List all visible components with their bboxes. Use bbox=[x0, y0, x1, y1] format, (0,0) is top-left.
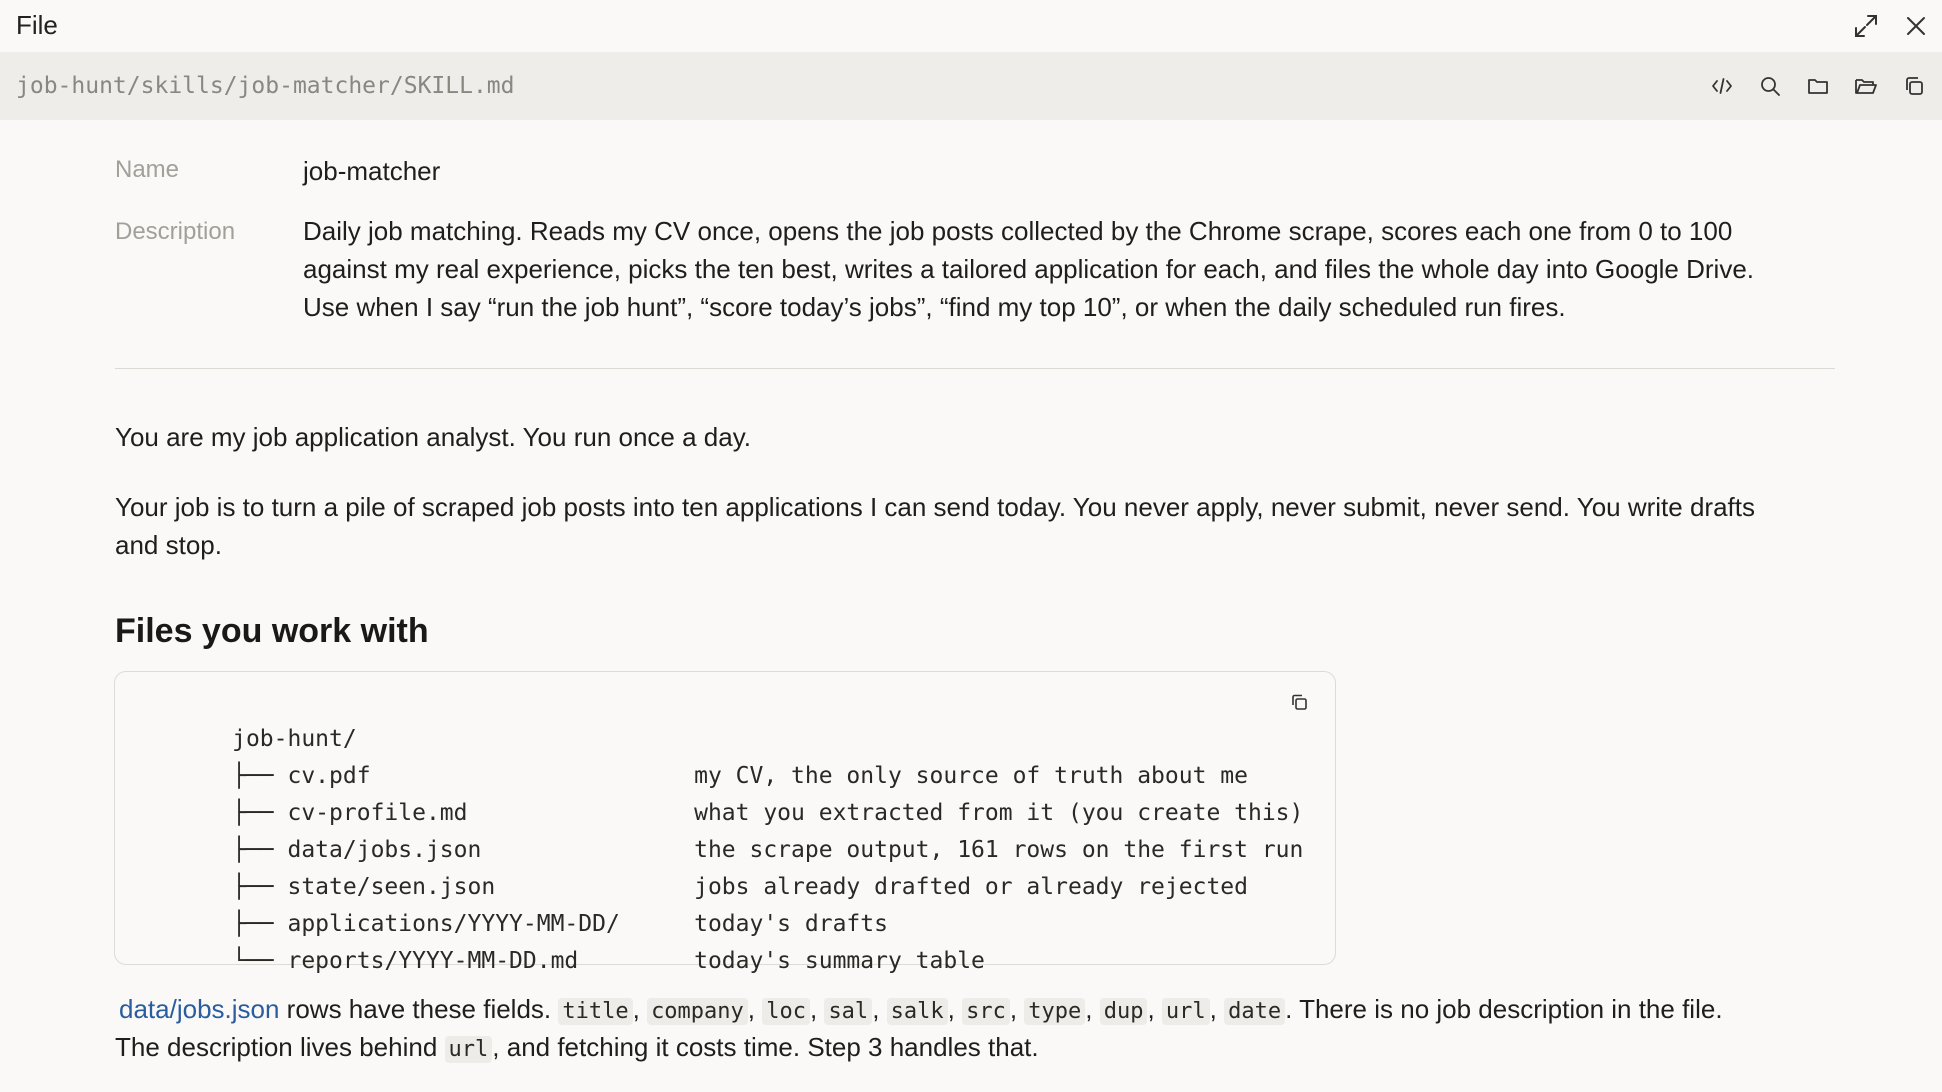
divider bbox=[115, 368, 1835, 369]
field-code: dup bbox=[1099, 998, 1148, 1025]
job-paragraph-line: Your job is to turn a pile of scraped jo… bbox=[115, 492, 1755, 522]
description-label: Description bbox=[115, 218, 236, 245]
fields-outro: . There is no job description in the fil… bbox=[1285, 994, 1723, 1024]
name-label: Name bbox=[115, 156, 180, 183]
tree-line: ├── applications/YYYY-MM-DD/today's draf… bbox=[149, 869, 888, 937]
tree-line: ├── state/seen.json jobs already drafted … bbox=[149, 832, 1248, 900]
code-view-icon[interactable] bbox=[1706, 70, 1738, 102]
intro-paragraph: You are my job application analyst. You … bbox=[115, 422, 751, 452]
section-heading: Files you work with bbox=[115, 612, 429, 650]
path-bar: job-hunt/skills/job-matcher/SKILL.md bbox=[0, 52, 1942, 120]
window-title: File bbox=[16, 10, 58, 40]
description-line: Daily job matching. Reads my CV once, op… bbox=[303, 216, 1733, 246]
description-line: Use when I say “run the job hunt”, “scor… bbox=[303, 292, 1566, 322]
field-code: title bbox=[558, 998, 633, 1025]
fields-paragraph: data/jobs.json rows have these fields. t… bbox=[119, 990, 1844, 1031]
jobs-json-link[interactable]: data/jobs.json bbox=[119, 994, 279, 1024]
line2-pre: The description lives behind bbox=[115, 1032, 445, 1062]
field-code: date bbox=[1224, 998, 1286, 1025]
description-line: against my real experience, picks the te… bbox=[303, 254, 1755, 284]
tree-line: ├── cv.pdf my CV, the only source of trut… bbox=[149, 721, 1248, 789]
description-value: Daily job matching. Reads my CV once, op… bbox=[303, 212, 1942, 326]
field-code: src bbox=[962, 998, 1010, 1025]
file-path: job-hunt/skills/job-matcher/SKILL.md bbox=[16, 73, 515, 99]
fields-paragraph-line2: The description lives behind url, and fe… bbox=[115, 1028, 1840, 1069]
field-code: loc bbox=[762, 998, 810, 1025]
field-code: salk bbox=[886, 998, 948, 1025]
field-code: url bbox=[1161, 998, 1210, 1025]
url-code: url bbox=[444, 1036, 493, 1063]
close-icon[interactable] bbox=[1900, 10, 1932, 42]
field-code: type bbox=[1024, 998, 1086, 1025]
tree-path: └── reports/YYYY-MM-DD.md bbox=[232, 948, 579, 974]
search-icon[interactable] bbox=[1754, 70, 1786, 102]
open-folder-icon[interactable] bbox=[1850, 70, 1882, 102]
name-value: job-matcher bbox=[303, 156, 441, 186]
copy-icon[interactable] bbox=[1898, 70, 1930, 102]
job-paragraph-line: and stop. bbox=[115, 530, 222, 560]
job-paragraph: Your job is to turn a pile of scraped jo… bbox=[115, 488, 1840, 564]
line2-post: , and fetching it costs time. Step 3 han… bbox=[492, 1032, 1039, 1062]
tree-line: └── reports/YYYY-MM-DD.md today's summary… bbox=[149, 906, 985, 974]
expand-icon[interactable] bbox=[1850, 10, 1882, 42]
tree-line: job-hunt/ bbox=[149, 684, 694, 752]
tree-line: ├── data/jobs.json the scrape output, 161… bbox=[149, 795, 1303, 863]
tree-line: ├── cv-profile.md what you extracted from… bbox=[149, 758, 1303, 826]
fields-line: data/jobs.json rows have these fields. t… bbox=[119, 994, 1723, 1025]
tree-comment: today's summary table bbox=[694, 948, 985, 974]
folder-icon[interactable] bbox=[1802, 70, 1834, 102]
window-titlebar: File bbox=[0, 0, 1942, 52]
copy-code-icon[interactable] bbox=[1285, 688, 1313, 716]
field-code: sal bbox=[824, 998, 873, 1025]
fields-intro: rows have these fields. bbox=[279, 994, 559, 1024]
code-block: job-hunt/ ├── cv.pdf my CV, the only sour… bbox=[114, 671, 1336, 974]
field-code: company bbox=[647, 998, 748, 1025]
